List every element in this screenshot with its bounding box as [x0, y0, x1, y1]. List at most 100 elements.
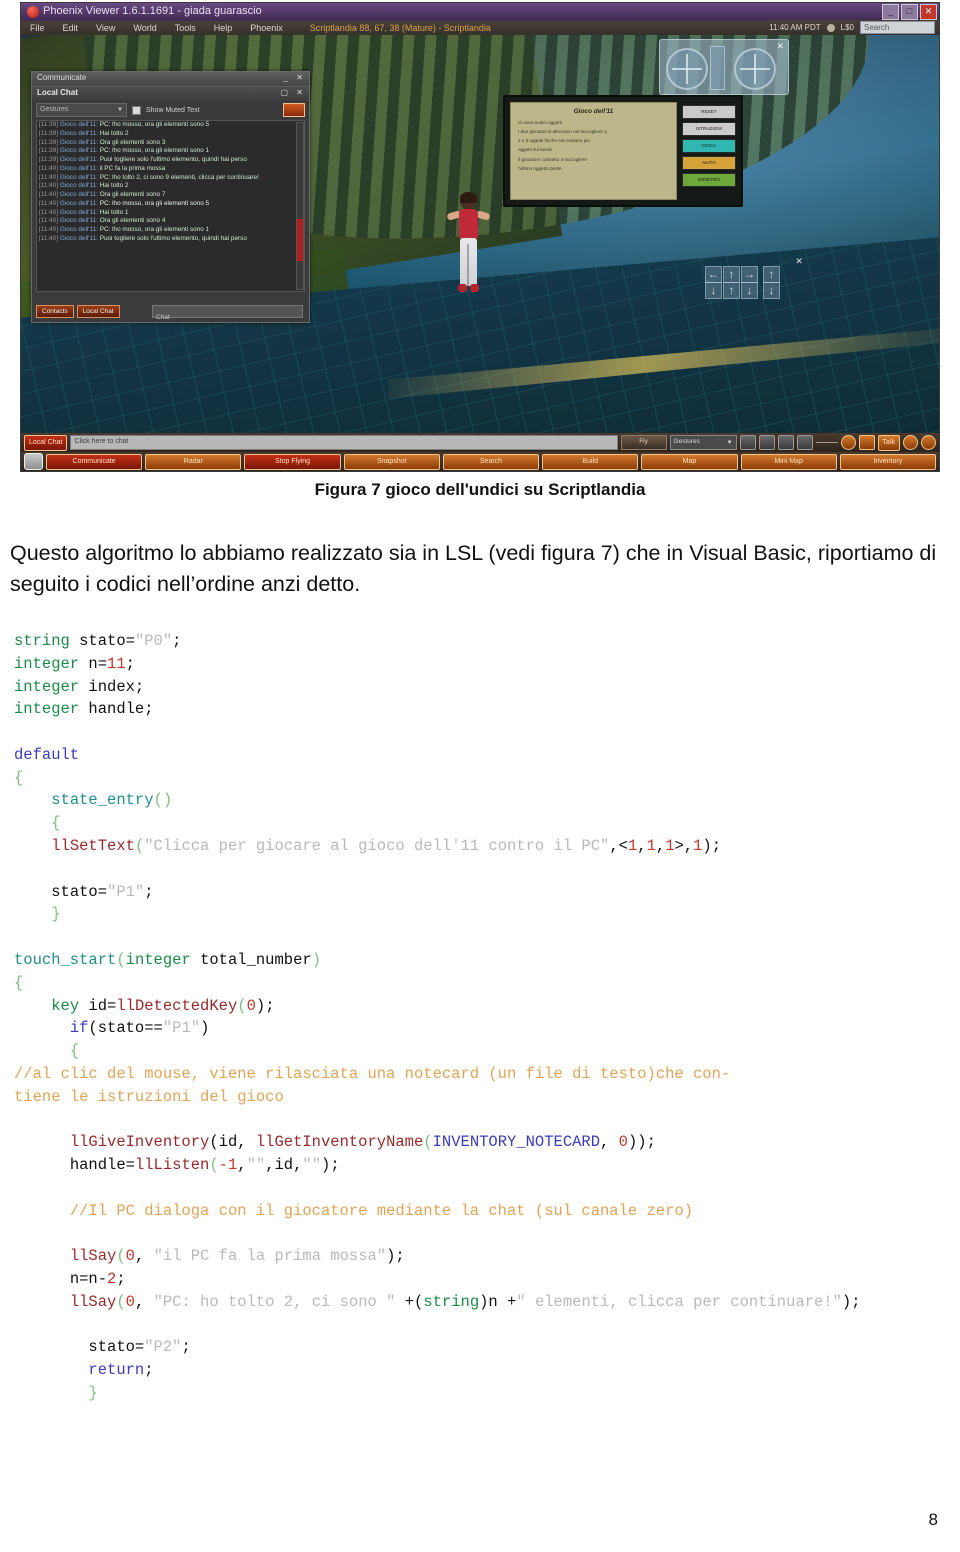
camera-hud[interactable]: ✕: [659, 39, 789, 95]
show-muted-checkbox[interactable]: [132, 105, 141, 115]
inworld-button-aiuto[interactable]: AIUTO: [681, 156, 736, 170]
move-forward-arrow-icon[interactable]: ↑: [722, 265, 740, 283]
world-viewport[interactable]: Gioco dell'11 Ci sono undici oggetti I d…: [21, 35, 939, 433]
move-left-arrow-icon[interactable]: ←: [704, 265, 722, 283]
toolbar-button-stop-flying[interactable]: Stop Flying: [244, 453, 341, 470]
voice-dot-icon[interactable]: [840, 435, 856, 450]
status-icon-b[interactable]: [921, 435, 936, 450]
toolbar-button-communicate[interactable]: Communicate: [46, 453, 143, 470]
code-line: state_entry(): [51, 791, 173, 810]
menu-item-help[interactable]: Help: [205, 23, 242, 33]
chat-log-line: [11:40] Gioco dell'11: Hai tolto 1: [39, 208, 129, 216]
status-bar: 11:40 AM PDT L$0 Search: [769, 20, 939, 35]
local-chat-button[interactable]: Local Chat: [24, 434, 68, 451]
region-location-label: Scriptlandia 88, 67, 38 (Mature) - Scrip…: [309, 23, 491, 33]
status-icon-a[interactable]: [903, 435, 918, 450]
camera-pan-dial-icon[interactable]: [666, 48, 708, 90]
toolbar-button-snapshot[interactable]: Snapshot: [343, 453, 440, 470]
gestures-select[interactable]: Gestures ▼: [669, 435, 737, 450]
voice-mute-icon[interactable]: [777, 435, 794, 450]
chat-scrollbar-thumb[interactable]: [297, 219, 303, 261]
search-input[interactable]: Search: [860, 21, 935, 34]
code-line: {: [14, 768, 24, 787]
clock-label: 11:40 AM PDT: [769, 23, 821, 32]
chat-scrollbar[interactable]: [296, 122, 304, 290]
menu-item-view[interactable]: View: [87, 23, 124, 33]
code-line: key id=llDetectedKey(0);: [51, 996, 275, 1015]
volume-slider[interactable]: [815, 442, 838, 443]
camera-orbit-dial-icon[interactable]: [734, 48, 776, 90]
page-number: 8: [928, 1510, 938, 1529]
toolbar-button-build[interactable]: Build: [542, 453, 639, 470]
menu-item-phoenix[interactable]: Phoenix: [241, 23, 292, 33]
avatar-left-shoe: [457, 284, 467, 293]
code-line: }: [14, 1383, 98, 1402]
move-right-arrow-icon[interactable]: →: [740, 265, 758, 283]
inworld-game-panel[interactable]: Gioco dell'11 Ci sono undici oggetti I d…: [502, 95, 743, 207]
move-back-right-arrow-icon[interactable]: ↓: [740, 281, 758, 299]
close-icon[interactable]: ✕: [776, 41, 784, 52]
talk-button[interactable]: Talk: [877, 434, 900, 451]
menu-item-world[interactable]: World: [124, 23, 165, 33]
communicate-window[interactable]: Communicate _ ✕ Local Chat ▢ ✕ Gestures ▼…: [31, 71, 310, 323]
tab-contacts[interactable]: Contacts: [36, 305, 74, 318]
chat-bar: Local Chat Click here to chat Fly Gestur…: [21, 433, 939, 452]
avatar[interactable]: [446, 192, 491, 309]
local-chat-window-controls[interactable]: ▢ ✕: [281, 88, 306, 97]
move-up-arrow-icon[interactable]: ↑: [762, 265, 780, 283]
toolbar-button-inventory[interactable]: Inventory: [839, 453, 936, 470]
window-controls: _ □ ✕: [882, 4, 937, 20]
tab-local-chat[interactable]: Local Chat: [76, 305, 120, 318]
move-back-left-arrow-icon[interactable]: ↓: [704, 281, 722, 299]
window-title: Phoenix Viewer 1.6.1.1691 - giada guaras…: [43, 5, 262, 17]
communicate-title: Communicate: [37, 73, 87, 82]
code-line: n=n-2;: [14, 1269, 126, 1288]
inworld-button-gioca[interactable]: GIOCA: [681, 139, 736, 153]
window-title-bar: Phoenix Viewer 1.6.1.1691 - giada guaras…: [21, 3, 939, 21]
toolbar-button-map[interactable]: Map: [641, 453, 738, 470]
code-line: touch_start(integer total_number): [14, 950, 321, 969]
move-down-arrow-icon[interactable]: ↓: [762, 281, 780, 299]
code-line: }: [14, 905, 61, 924]
inworld-button-reset[interactable]: RESET: [681, 105, 736, 119]
menu-item-edit[interactable]: Edit: [54, 23, 88, 33]
chat-log-line: [11:40] Gioco dell'11: il PC fa la prima…: [39, 164, 166, 172]
toolbar-button-mini-map[interactable]: Mini Map: [740, 453, 837, 470]
minimize-button[interactable]: _: [882, 4, 899, 20]
chat-log-line: [11:40] Gioco dell'11: Puoi togliere sol…: [39, 234, 247, 242]
volume-icon[interactable]: [796, 435, 813, 450]
close-icon[interactable]: ✕: [795, 256, 803, 267]
gestures-dropdown[interactable]: Gestures ▼: [36, 103, 127, 117]
fly-mode-button[interactable]: Fly: [620, 435, 667, 450]
menu-item-file[interactable]: File: [21, 23, 54, 33]
toolbar-button-search[interactable]: Search: [442, 453, 540, 470]
avatar-toggle-icon[interactable]: [858, 435, 875, 450]
menu-item-tools[interactable]: Tools: [166, 23, 205, 33]
chat-log-line: [11:39] Gioco dell'11: PC: lho mosso, or…: [39, 147, 210, 155]
move-back-arrow-icon[interactable]: ↑: [722, 281, 740, 299]
inworld-button-indietro[interactable]: INDIETRO: [681, 173, 736, 187]
chevron-down-icon: ▼: [117, 107, 123, 113]
communicate-window-controls[interactable]: _ ✕: [284, 73, 306, 82]
inworld-notecard-title: Gioco dell'11: [573, 108, 614, 115]
chat-entry-field[interactable]: Chat: [152, 305, 303, 321]
chat-log-line: [11:40] Gioco dell'11: PC: lho mosso, or…: [39, 199, 210, 207]
code-line: {: [14, 814, 61, 833]
chat-log[interactable]: [11:39] Gioco dell'11: PC: lho mosso, or…: [36, 120, 305, 292]
close-button[interactable]: ✕: [920, 4, 937, 20]
chat-record-button[interactable]: [283, 103, 305, 117]
toolbar-button-radar[interactable]: Radar: [145, 453, 242, 470]
music-toggle-icon[interactable]: [739, 435, 756, 450]
media-toggle-icon[interactable]: [758, 435, 775, 450]
avatar-right-shoe: [469, 284, 479, 293]
chat-input[interactable]: Click here to chat: [70, 435, 618, 450]
maximize-button[interactable]: □: [901, 4, 918, 20]
inworld-button-istruzioni[interactable]: ISTRUZIONI: [681, 122, 736, 136]
figure-caption: Figura 7 gioco dell'undici su Scriptland…: [314, 480, 646, 499]
movement-hud[interactable]: ✕ ← ↑ → ↑ ↓ ↓ ↑ ↓: [704, 256, 803, 302]
camera-zoom-slider[interactable]: [710, 46, 725, 90]
gear-icon[interactable]: [24, 453, 43, 470]
body-paragraph: Questo algoritmo lo abbiamo realizzato s…: [10, 541, 937, 596]
